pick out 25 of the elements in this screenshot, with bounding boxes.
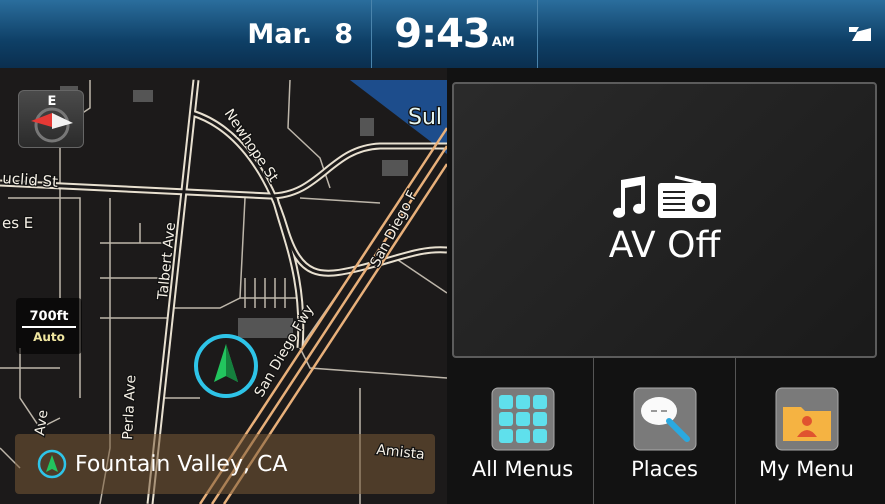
search-bubble-icon (632, 387, 696, 451)
date-day: 8 (334, 18, 353, 50)
street-label: uclid St (2, 169, 59, 191)
street-label: Sul (408, 105, 442, 130)
scale-distance: 700ft (29, 308, 68, 324)
compass-button[interactable]: E (18, 90, 84, 148)
av-status-label: AV Off (608, 224, 720, 266)
clock-meridiem: AM (492, 35, 515, 50)
location-name: Fountain Valley, CA (75, 452, 288, 476)
shortcut-button[interactable]: My Menu (735, 358, 877, 504)
music-note-icon (612, 176, 646, 218)
av-off-panel[interactable]: AV Off (452, 82, 877, 358)
street-label: Talbert Ave (155, 222, 180, 300)
date-month: Mar. (247, 18, 312, 50)
scale-mode: Auto (33, 330, 65, 344)
shortcut-button[interactable]: All Menus (452, 358, 593, 504)
clock-time: 9:43 (394, 11, 490, 57)
street-label: Ave (32, 408, 52, 437)
street-label: es E (2, 214, 34, 232)
street-label: Amista (376, 442, 426, 464)
street-label: Perla Ave (120, 374, 140, 440)
radio-icon (656, 174, 716, 218)
grid-menu-icon (490, 387, 554, 451)
folder-person-icon (774, 387, 838, 451)
shortcut-button[interactable]: Places (593, 358, 735, 504)
